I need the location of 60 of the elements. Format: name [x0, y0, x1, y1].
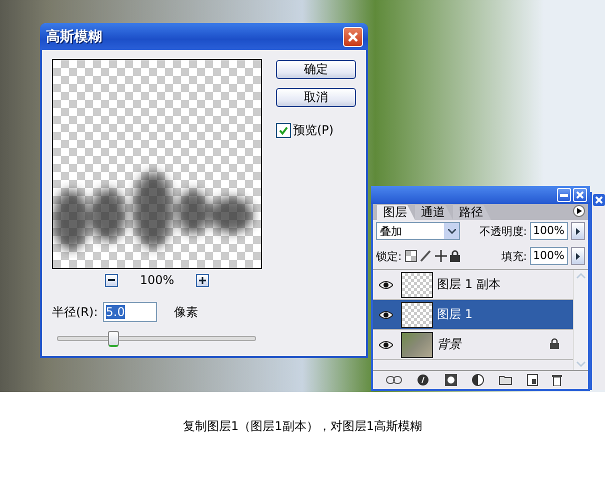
layer-thumbnail: [401, 302, 433, 328]
zoom-level: 100%: [140, 273, 174, 287]
fill-arrow-button[interactable]: [571, 247, 585, 265]
dialog-button[interactable]: 取消: [276, 88, 356, 107]
opacity-input-field[interactable]: 100%: [530, 222, 568, 240]
zoom-out-button[interactable]: [104, 274, 118, 286]
plus-icon: [199, 276, 206, 284]
minimize-icon: [560, 194, 568, 196]
slider-thumb[interactable]: [108, 331, 120, 347]
trash-icon[interactable]: [552, 374, 562, 386]
layer-name: 图层 1 副本: [437, 276, 500, 293]
triangle-icon: [576, 252, 580, 260]
chevron-down-icon: [448, 228, 456, 234]
layer-name: 图层 1: [437, 306, 472, 323]
close-button[interactable]: [573, 188, 587, 202]
zoom-in-button[interactable]: [196, 274, 210, 286]
layer-thumbnail: [401, 272, 433, 298]
dialog-title: 高斯模糊: [46, 28, 102, 46]
panel-menu-button[interactable]: [573, 205, 585, 217]
radius-label: 半径(R):: [52, 304, 98, 320]
preview-checkbox[interactable]: 预览(P): [276, 122, 356, 139]
link-icon[interactable]: [386, 376, 402, 384]
eye-icon[interactable]: [379, 280, 393, 288]
close-icon: [347, 30, 359, 42]
fill-input-field[interactable]: 100%: [530, 247, 568, 265]
eye-icon[interactable]: [379, 340, 393, 348]
adjustment-icon[interactable]: [472, 374, 484, 386]
radius-input-field[interactable]: 5.0: [102, 302, 157, 322]
layer-row[interactable]: 图层 1: [373, 300, 573, 330]
triangle-icon: [576, 228, 580, 234]
padlock-icon[interactable]: [450, 250, 460, 262]
panel-tab[interactable]: 通道: [415, 205, 453, 220]
eye-icon[interactable]: [379, 310, 393, 318]
move-icon[interactable]: [434, 250, 447, 262]
fill-label: 填充:: [501, 248, 527, 264]
brush-icon[interactable]: [420, 250, 432, 262]
panel-tab[interactable]: 图层: [377, 205, 415, 220]
close-icon[interactable]: [592, 194, 604, 206]
minimize-button[interactable]: [557, 188, 571, 202]
minus-icon: [108, 278, 115, 282]
layer-style-icon[interactable]: [417, 374, 430, 386]
layer-row[interactable]: 背景: [373, 330, 573, 360]
close-icon: [576, 191, 584, 199]
lock-label: 锁定:: [376, 248, 402, 264]
new-layer-icon[interactable]: [526, 374, 538, 386]
close-button[interactable]: [343, 26, 363, 46]
mask-icon[interactable]: [445, 374, 458, 386]
blend-mode-dropdown[interactable]: 叠加: [376, 222, 460, 240]
panel-tab[interactable]: 路径: [453, 205, 491, 220]
triangle-icon: [576, 208, 582, 214]
checkmark-icon: [279, 126, 288, 135]
layer-name: 背景: [437, 336, 461, 353]
photo-thumbnail: [401, 332, 433, 358]
folder-icon[interactable]: [498, 375, 512, 385]
opacity-arrow-button[interactable]: [571, 222, 585, 240]
unit-label: 像素: [174, 304, 198, 320]
checker-lock-icon[interactable]: [404, 250, 417, 262]
opacity-label: 不透明度:: [479, 224, 527, 238]
caption: 复制图层1（图层1副本），对图层1高斯模糊: [183, 418, 422, 435]
dialog-button[interactable]: 确定: [276, 60, 356, 79]
